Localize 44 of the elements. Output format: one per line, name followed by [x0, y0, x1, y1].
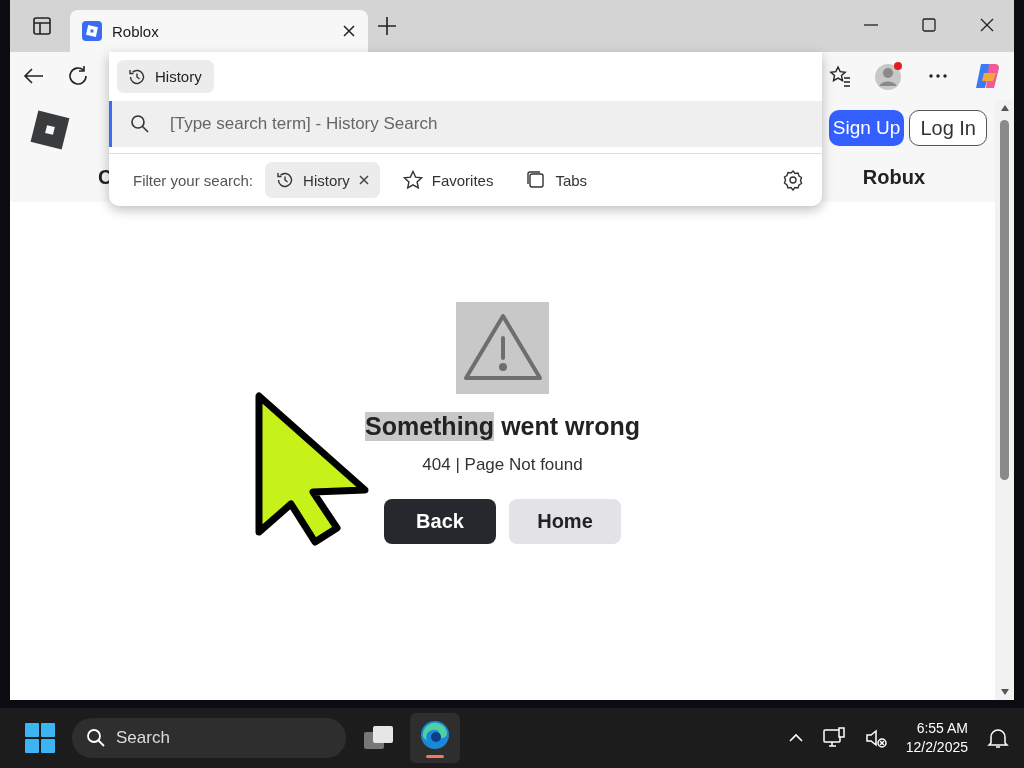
notification-bell-icon[interactable] — [986, 726, 1010, 750]
app-logo-icon — [82, 21, 102, 41]
date: 12/2/2025 — [905, 738, 968, 757]
error-title: went wrong — [501, 412, 641, 441]
filter-chip[interactable]: History — [265, 162, 380, 198]
search-placeholder: Search — [116, 728, 170, 748]
taskbar-search[interactable]: Search — [72, 718, 346, 758]
nav-link[interactable]: Robux — [862, 166, 925, 189]
favorites-list-icon[interactable] — [828, 64, 852, 88]
refresh-icon[interactable] — [66, 64, 90, 88]
search-icon — [86, 728, 106, 748]
search-input[interactable]: [Type search term] - History Search — [168, 113, 772, 135]
close-icon[interactable] — [357, 174, 370, 186]
home-button[interactable]: Home — [509, 499, 621, 544]
new-tab-icon[interactable] — [376, 15, 398, 37]
close-icon[interactable] — [342, 24, 356, 38]
browser-app-icon — [419, 718, 451, 751]
start-icon[interactable] — [24, 722, 56, 754]
chip-label: History — [155, 68, 202, 85]
error-message: 404 | Page Not found — [422, 455, 583, 475]
profile-avatar-icon[interactable] — [874, 61, 904, 91]
back-button[interactable]: Back — [384, 499, 496, 544]
scroll-down-icon[interactable] — [999, 688, 1010, 696]
taskbar-app[interactable] — [410, 713, 460, 763]
active-indicator — [426, 754, 444, 758]
scrollbar-thumb[interactable] — [1000, 120, 1009, 480]
network-icon[interactable] — [821, 726, 846, 750]
tab-title: Roblox — [112, 22, 160, 40]
time: 6:55 AM — [916, 719, 968, 738]
scrollbar[interactable] — [995, 100, 1014, 700]
browser-tab[interactable]: Roblox — [70, 10, 368, 52]
settings-icon[interactable] — [782, 169, 804, 191]
filter-chip[interactable]: Tabs — [515, 162, 598, 198]
clock[interactable]: 6:55 AM 12/2/2025 — [905, 719, 968, 757]
star-icon — [401, 169, 424, 191]
selected-text: Something — [364, 412, 495, 441]
filter-chip[interactable]: Favorites — [391, 162, 504, 198]
scroll-up-icon[interactable] — [999, 104, 1010, 112]
search-field[interactable]: [Type search term] - History Search — [109, 101, 822, 147]
filter-label: Filter your search: — [133, 171, 254, 189]
sign-up-button[interactable]: Sign Up — [828, 110, 905, 146]
log-in-button[interactable]: Log In — [909, 110, 987, 146]
search-icon — [130, 114, 150, 134]
scope-chip[interactable]: History — [117, 60, 214, 93]
